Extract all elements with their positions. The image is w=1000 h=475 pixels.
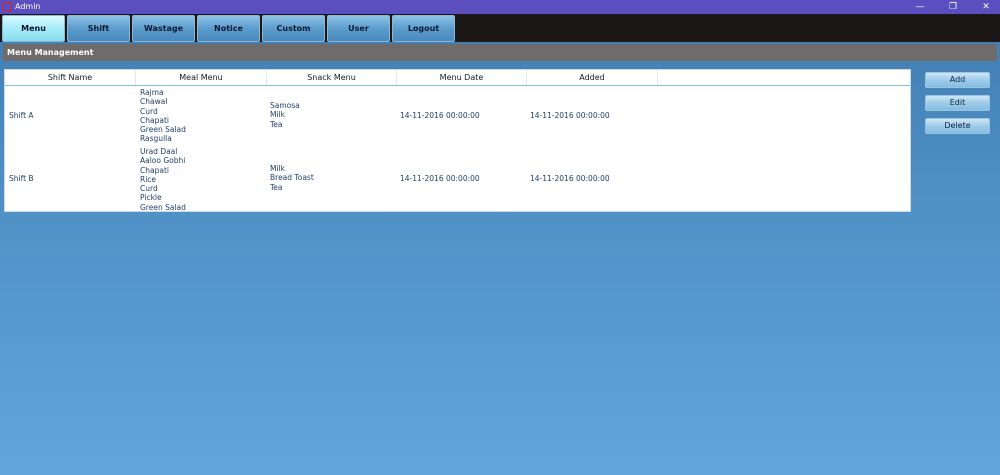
column-header-shift-name[interactable]: Shift Name [5, 70, 136, 85]
cell-shift-name: Shift A [9, 111, 34, 120]
cell-menu-date: 14-11-2016 00:00:00 [400, 174, 480, 183]
cell-menu-date: 14-11-2016 00:00:00 [400, 111, 480, 120]
column-header-menu-date[interactable]: Menu Date [397, 70, 527, 85]
delete-button[interactable]: Delete [925, 118, 990, 134]
tab-shift[interactable]: Shift [67, 15, 130, 42]
close-icon[interactable]: ✕ [976, 0, 996, 14]
tab-logout[interactable]: Logout [392, 15, 455, 42]
table-row[interactable]: Shift B Urad Daal Aaloo Gobhi Chapati Ri… [5, 147, 910, 213]
cell-snack-menu: Milk Bread Toast Tea [270, 164, 314, 192]
tab-user[interactable]: User [327, 15, 390, 42]
menu-grid[interactable]: Shift Name Meal Menu Snack Menu Menu Dat… [4, 69, 911, 212]
window-title: Admin [15, 2, 41, 11]
cell-shift-name: Shift B [9, 174, 34, 183]
tab-wastage[interactable]: Wastage [132, 15, 195, 42]
grid-header: Shift Name Meal Menu Snack Menu Menu Dat… [5, 70, 910, 86]
column-header-snack-menu[interactable]: Snack Menu [267, 70, 397, 85]
maximize-icon[interactable]: ❐ [943, 0, 963, 14]
tab-notice[interactable]: Notice [197, 15, 260, 42]
tab-menu[interactable]: Menu [2, 15, 65, 42]
cell-meal-menu: Urad Daal Aaloo Gobhi Chapati Rice Curd … [140, 147, 186, 212]
section-title: Menu Management [3, 44, 997, 61]
minimize-icon[interactable]: — [910, 0, 930, 14]
column-header-meal-menu[interactable]: Meal Menu [136, 70, 267, 85]
cell-added: 14-11-2016 00:00:00 [530, 111, 610, 120]
cell-meal-menu: Rajma Chawal Curd Chapati Green Salad Ra… [140, 88, 186, 144]
table-row[interactable]: Shift A Rajma Chawal Curd Chapati Green … [5, 87, 910, 147]
edit-button[interactable]: Edit [925, 95, 990, 111]
tab-custom-slides[interactable]: Custom Slides [262, 15, 325, 59]
add-button[interactable]: Add [925, 72, 990, 88]
cell-snack-menu: Samosa Milk Tea [270, 101, 300, 129]
main-tab-strip: Menu Shift Wastage Notice Custom Slides … [0, 14, 1000, 59]
window-titlebar: Admin — ❐ ✕ [0, 0, 1000, 14]
column-header-added[interactable]: Added [527, 70, 658, 85]
cell-added: 14-11-2016 00:00:00 [530, 174, 610, 183]
app-logo-icon [3, 2, 12, 11]
